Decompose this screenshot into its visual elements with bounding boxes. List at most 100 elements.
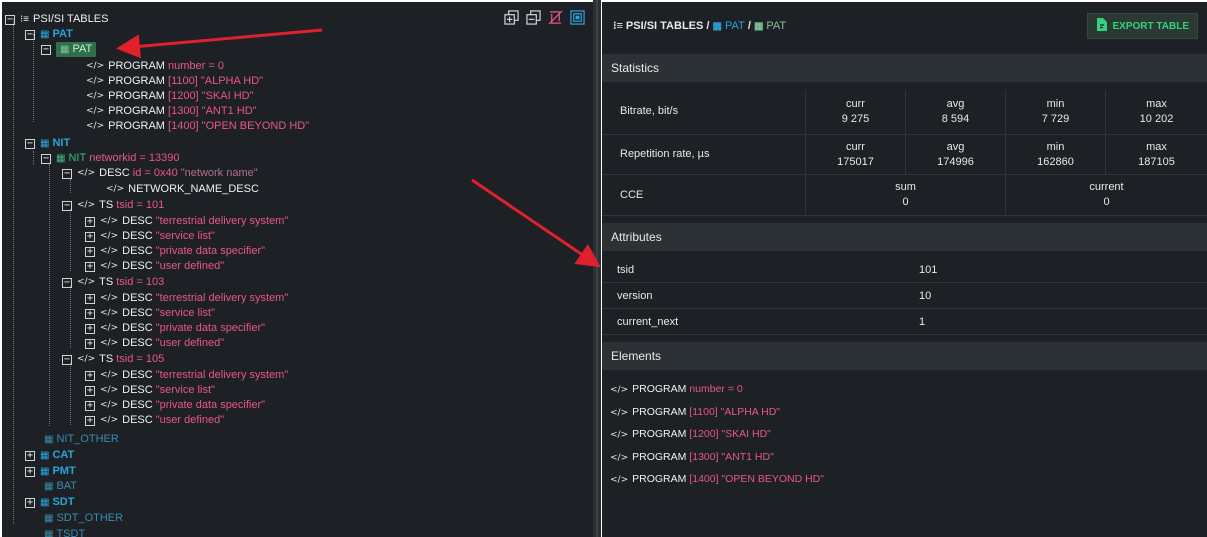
tree-node-desc[interactable]: + </> DESC "user defined": [85, 413, 224, 428]
item-detail: number = 0: [168, 60, 224, 72]
element-item[interactable]: </> PROGRAM number = 0: [610, 383, 743, 395]
item-detail-name: "network name": [180, 167, 258, 179]
tree-node-desc[interactable]: + </> DESC "user defined": [85, 259, 224, 274]
code-icon: </>: [77, 354, 96, 364]
expand-icon[interactable]: +: [25, 497, 35, 508]
tree-item-program[interactable]: </> PROGRAM number = 0: [86, 59, 224, 74]
tree-node-cat[interactable]: + ▦ CAT: [25, 448, 74, 463]
attributes-header: Attributes: [602, 223, 1207, 251]
hide-icon[interactable]: [547, 9, 563, 25]
stat-value: 187105: [1138, 156, 1175, 168]
tree-node-desc[interactable]: + </> DESC "service list": [85, 306, 215, 321]
breadcrumb-root[interactable]: PSI/SI TABLES: [626, 20, 703, 32]
tree-node-sdt-other[interactable]: ▦ SDT_OTHER: [44, 511, 123, 526]
tree-node-desc[interactable]: + </> DESC "terrestrial delivery system": [85, 368, 288, 383]
tree-item-program[interactable]: </> PROGRAM [1100] "ALPHA HD": [86, 74, 263, 89]
stat-row-repetition: Repetition rate, µs curr 175017 avg 174996…: [602, 135, 1207, 175]
collapse-icon[interactable]: −: [25, 29, 35, 40]
tree-node-desc[interactable]: + </> DESC "service list": [85, 229, 215, 244]
element-item[interactable]: </> PROGRAM [1300] "ANT1 HD": [610, 451, 774, 463]
expand-icon[interactable]: +: [85, 231, 95, 242]
expand-icon[interactable]: +: [25, 466, 35, 477]
expand-icon[interactable]: +: [85, 246, 95, 257]
expand-all-icon[interactable]: [503, 9, 519, 25]
detail-header: ⁝≡ PSI/SI TABLES / ▦ PAT / ▦ PAT EXPORT TAB…: [602, 2, 1207, 48]
collapse-all-icon[interactable]: [525, 9, 541, 25]
tree-root-icon: ⁝≡: [613, 19, 623, 32]
collapse-icon[interactable]: −: [62, 168, 72, 179]
element-item[interactable]: </> PROGRAM [1100] "ALPHA HD": [610, 406, 780, 418]
tree-node-desc[interactable]: + </> DESC "terrestrial delivery system": [85, 214, 288, 229]
tree-node-desc[interactable]: + </> DESC "private data specifier": [85, 244, 265, 259]
expand-icon[interactable]: +: [85, 323, 95, 334]
breadcrumb-group[interactable]: PAT: [725, 20, 745, 32]
attribute-value: 10: [919, 290, 932, 302]
breadcrumb-table[interactable]: PAT: [766, 20, 786, 32]
tree-panel: − ⁝≡ PSI/SI TABLES − ▦ PAT − ▦ PAT </> PRO…: [2, 2, 593, 537]
item-detail: [1200] "SKAI HD": [168, 90, 254, 102]
expand-icon[interactable]: +: [85, 370, 95, 381]
collapse-icon[interactable]: −: [25, 138, 35, 149]
fit-icon[interactable]: [569, 9, 585, 25]
tree-node-pmt[interactable]: + ▦ PMT: [25, 464, 76, 479]
attribute-key: version: [617, 290, 653, 302]
tree-node-tsdt[interactable]: ▦ TSDT: [44, 527, 85, 537]
code-icon: </>: [610, 385, 629, 395]
tree-node-bat[interactable]: ▦ BAT: [44, 479, 77, 494]
tree-item-program[interactable]: </> PROGRAM [1200] "SKAI HD": [86, 89, 254, 104]
attribute-value: 101: [919, 264, 938, 276]
tree-node-sdt[interactable]: + ▦ SDT: [25, 495, 74, 510]
expand-icon[interactable]: +: [85, 261, 95, 272]
tree-node-desc[interactable]: + </> DESC "private data specifier": [85, 321, 265, 336]
tree-node-label: PMT: [52, 465, 76, 477]
tree-node-desc[interactable]: + </> DESC "user defined": [85, 336, 224, 351]
tree-item-network-name-desc[interactable]: </> NETWORK_NAME_DESC: [106, 182, 259, 197]
tree-node-nit-table[interactable]: − ▦ NIT networkid = 13390: [41, 151, 179, 166]
tree-node-desc[interactable]: + </> DESC "service list": [85, 383, 215, 398]
stat-col-label: curr: [846, 141, 865, 153]
collapse-icon[interactable]: −: [41, 153, 51, 164]
tree-node-label: NIT: [52, 137, 71, 149]
expand-icon[interactable]: +: [85, 308, 95, 319]
collapse-icon[interactable]: −: [62, 277, 72, 288]
element-detail: [1200] "SKAI HD": [689, 428, 771, 440]
expand-icon[interactable]: +: [85, 415, 95, 426]
collapse-icon[interactable]: −: [62, 354, 72, 365]
tree-root[interactable]: − ⁝≡ PSI/SI TABLES: [5, 12, 108, 27]
expand-icon[interactable]: +: [85, 400, 95, 411]
tree-item-program[interactable]: </> PROGRAM [1300] "ANT1 HD": [86, 104, 257, 119]
tree-node-pat-table[interactable]: − ▦ PAT: [41, 42, 97, 57]
item-label: DESC: [122, 384, 153, 396]
expand-icon[interactable]: +: [85, 293, 95, 304]
selected-node[interactable]: ▦ PAT: [56, 42, 97, 57]
tree-node-pat-group[interactable]: − ▦ PAT: [25, 27, 73, 42]
tree-node-ts[interactable]: − </> TS tsid = 105: [62, 352, 164, 367]
expand-icon[interactable]: +: [85, 385, 95, 396]
tree-node-nit-other[interactable]: ▦ NIT_OTHER: [44, 432, 119, 447]
expand-icon[interactable]: +: [85, 216, 95, 227]
collapse-icon[interactable]: −: [41, 44, 51, 55]
tree-root-icon: ⁝≡: [20, 14, 30, 25]
tree-node-desc[interactable]: + </> DESC "private data specifier": [85, 398, 265, 413]
export-table-button[interactable]: EXPORT TABLE: [1086, 13, 1198, 39]
expand-icon[interactable]: +: [85, 338, 95, 349]
item-label: PROGRAM: [108, 60, 165, 72]
element-label: PROGRAM: [632, 406, 687, 418]
tree-item-program[interactable]: </> PROGRAM [1400] "OPEN BEYOND HD": [86, 119, 309, 134]
tree-node-desc[interactable]: + </> DESC "terrestrial delivery system": [85, 291, 288, 306]
element-item[interactable]: </> PROGRAM [1400] "OPEN BEYOND HD": [610, 473, 824, 485]
item-detail: tsid = 101: [116, 199, 165, 211]
tree-node-ts[interactable]: − </> TS tsid = 101: [62, 198, 164, 213]
expand-icon[interactable]: +: [25, 450, 35, 461]
splitter-handle[interactable]: [596, 0, 598, 537]
section-title: Statistics: [611, 61, 660, 75]
code-icon: </>: [100, 261, 119, 271]
tree-node-desc[interactable]: − </> DESC id = 0x40 "network name": [62, 166, 258, 181]
code-icon: </>: [100, 246, 119, 256]
collapse-icon[interactable]: −: [62, 200, 72, 211]
tree-node-ts[interactable]: − </> TS tsid = 103: [62, 275, 164, 290]
tree-node-nit-group[interactable]: − ▦ NIT: [25, 136, 70, 151]
collapse-icon[interactable]: −: [5, 14, 15, 25]
element-item[interactable]: </> PROGRAM [1200] "SKAI HD": [610, 428, 771, 440]
table-icon: ▦: [44, 529, 54, 537]
